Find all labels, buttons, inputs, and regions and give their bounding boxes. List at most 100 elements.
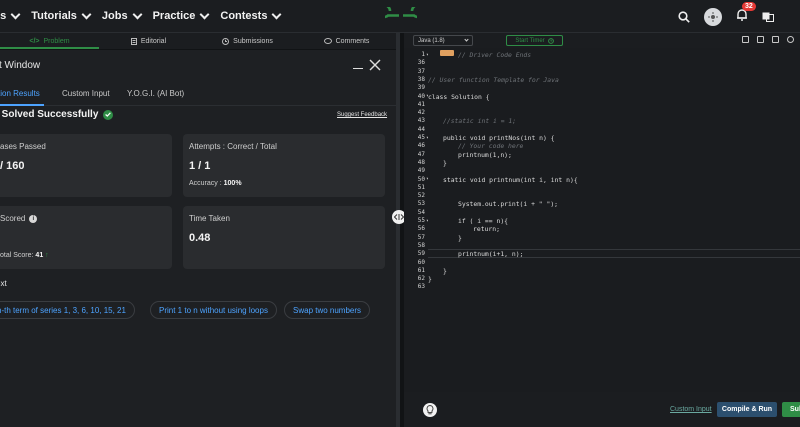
lightbulb-icon[interactable] xyxy=(423,403,437,417)
line-number: 53 xyxy=(417,200,425,208)
score-card: Scored i otal Score: 41 ↑ xyxy=(0,206,172,269)
editor-toolbar: Java (1.8) Start Timer xyxy=(404,33,800,48)
line-number: 61 xyxy=(417,266,425,274)
chevron-down-icon xyxy=(199,9,210,20)
line-number: 60 xyxy=(417,258,425,266)
nav-item-practice[interactable]: Practice xyxy=(153,9,210,22)
time-taken-card: Time Taken 0.48 xyxy=(183,206,385,269)
problem-tabbar: </> Problem Editorial Submissions Commen… xyxy=(0,33,396,49)
tab-editorial[interactable]: Editorial xyxy=(99,33,198,49)
line-number: 40 xyxy=(417,92,425,100)
nav-right-tools: 32 xyxy=(678,0,800,33)
suggest-feedback-link[interactable]: Suggest Feedback xyxy=(337,112,387,118)
next-problem-chip[interactable]: Swap two numbers xyxy=(284,301,371,319)
next-problems-heading: ext xyxy=(0,279,7,288)
tab-submissions[interactable]: Submissions xyxy=(198,33,297,49)
line-number-gutter: 1▾3637383940▾4142434445▾4647484950▾51525… xyxy=(404,48,429,392)
code-line: System.out.print(i + " "); xyxy=(458,200,559,209)
subtab-yogi-ai-bot[interactable]: Y.O.G.I. (AI Bot) xyxy=(127,89,184,98)
line-number: 57 xyxy=(417,233,425,241)
line-number: 58 xyxy=(417,241,425,249)
code-line: } xyxy=(443,158,447,167)
folded-code-marker[interactable] xyxy=(440,50,454,56)
code-line: } xyxy=(458,233,462,242)
nav-item-jobs[interactable]: Jobs xyxy=(102,9,143,22)
settings-icon[interactable] xyxy=(787,36,794,43)
code-line: // User function Template for Java xyxy=(428,75,559,84)
document-icon xyxy=(130,37,137,45)
code-line: } xyxy=(443,266,447,275)
chevron-down-icon xyxy=(464,37,469,42)
arrow-up-icon: ↑ xyxy=(45,252,49,259)
code-line: if ( i == n){ xyxy=(458,217,509,225)
line-number: 43 xyxy=(417,117,425,125)
chat-icon xyxy=(323,37,332,44)
notification-badge: 32 xyxy=(742,1,756,11)
nav-item-tutorials[interactable]: Tutorials xyxy=(31,9,92,22)
output-subtabs: tion Results Custom Input Y.O.G.I. (AI B… xyxy=(0,82,396,106)
next-problem-chip[interactable]: n-th term of series 1, 3, 6, 10, 15, 21 xyxy=(0,301,135,319)
code-line: // Your code here xyxy=(458,142,524,151)
line-number: 1 xyxy=(421,51,425,58)
notifications[interactable]: 32 xyxy=(736,1,756,26)
nav-item-contests[interactable]: Contests xyxy=(220,9,282,22)
close-icon[interactable] xyxy=(369,59,381,71)
chevron-down-icon xyxy=(10,9,21,20)
line-number: 47 xyxy=(417,150,425,158)
line-number: 50 xyxy=(417,175,425,183)
code-line: printnum(1,n); xyxy=(458,150,512,159)
code-editor[interactable]: // Driver Code Ends // User function Temp… xyxy=(428,48,800,392)
code-line: printnum(i+1, n); xyxy=(458,250,524,259)
test-cases-card: ases Passed / 160 xyxy=(0,134,172,197)
line-number: 63 xyxy=(417,283,425,291)
line-number: 39 xyxy=(417,84,425,92)
next-problem-chip[interactable]: Print 1 to n without using loops xyxy=(150,301,277,319)
subtab-compilation-results[interactable]: tion Results xyxy=(0,89,44,106)
clock-icon xyxy=(222,37,230,45)
language-select[interactable]: Java (1.8) xyxy=(413,35,473,46)
tab-comments[interactable]: Comments xyxy=(297,33,396,49)
search-icon[interactable] xyxy=(678,10,690,23)
code-line: class Solution { xyxy=(428,92,490,101)
line-number: 62 xyxy=(417,275,425,283)
solved-status: m Solved Successfully xyxy=(0,109,114,120)
submit-button[interactable]: Sub xyxy=(782,402,800,417)
code-line: //static int i = 1; xyxy=(443,117,517,126)
line-number: 38 xyxy=(417,75,425,83)
fullscreen-icon[interactable] xyxy=(772,36,779,43)
compile-run-button[interactable]: Compile & Run xyxy=(717,402,777,417)
line-number: 52 xyxy=(417,192,425,200)
line-number: 42 xyxy=(417,109,425,117)
start-timer-button[interactable]: Start Timer xyxy=(506,35,563,46)
line-number: 55 xyxy=(417,217,425,224)
info-icon[interactable]: i xyxy=(29,214,38,223)
subtab-custom-input[interactable]: Custom Input xyxy=(62,89,110,98)
output-window-header: t Window xyxy=(0,50,396,82)
line-number: 41 xyxy=(417,100,425,108)
copy-icon[interactable] xyxy=(742,36,749,43)
output-window-title: t Window xyxy=(0,60,41,71)
code-icon: </> xyxy=(29,37,40,45)
attempts-card: Attempts : Correct / Total 1 / 1 Accurac… xyxy=(183,134,385,197)
timer-icon xyxy=(547,37,554,44)
reset-icon[interactable] xyxy=(757,36,764,43)
chevron-down-icon xyxy=(132,9,143,20)
minimize-icon[interactable] xyxy=(353,68,363,69)
line-number: 59 xyxy=(417,250,425,258)
tab-problem[interactable]: </> Problem xyxy=(0,33,99,49)
editor-footer: Custom Input Compile & Run Sub xyxy=(404,392,800,427)
gfg-logo[interactable] xyxy=(376,3,426,29)
custom-input-link[interactable]: Custom Input xyxy=(670,406,712,413)
line-number: 45 xyxy=(417,134,425,141)
chevron-down-icon xyxy=(272,9,282,20)
check-circle-icon xyxy=(103,109,114,120)
code-line: } xyxy=(428,275,432,284)
panel-divider[interactable] xyxy=(396,33,400,427)
code-line: // Driver Code Ends xyxy=(458,51,532,59)
theme-toggle-icon[interactable] xyxy=(704,7,722,26)
line-number: 37 xyxy=(417,67,425,75)
nav-item-courses[interactable]: es xyxy=(0,9,21,22)
line-number: 51 xyxy=(417,183,425,191)
code-line: static void printnum(int i, int n){ xyxy=(443,175,578,184)
translate-icon[interactable] xyxy=(762,12,774,22)
